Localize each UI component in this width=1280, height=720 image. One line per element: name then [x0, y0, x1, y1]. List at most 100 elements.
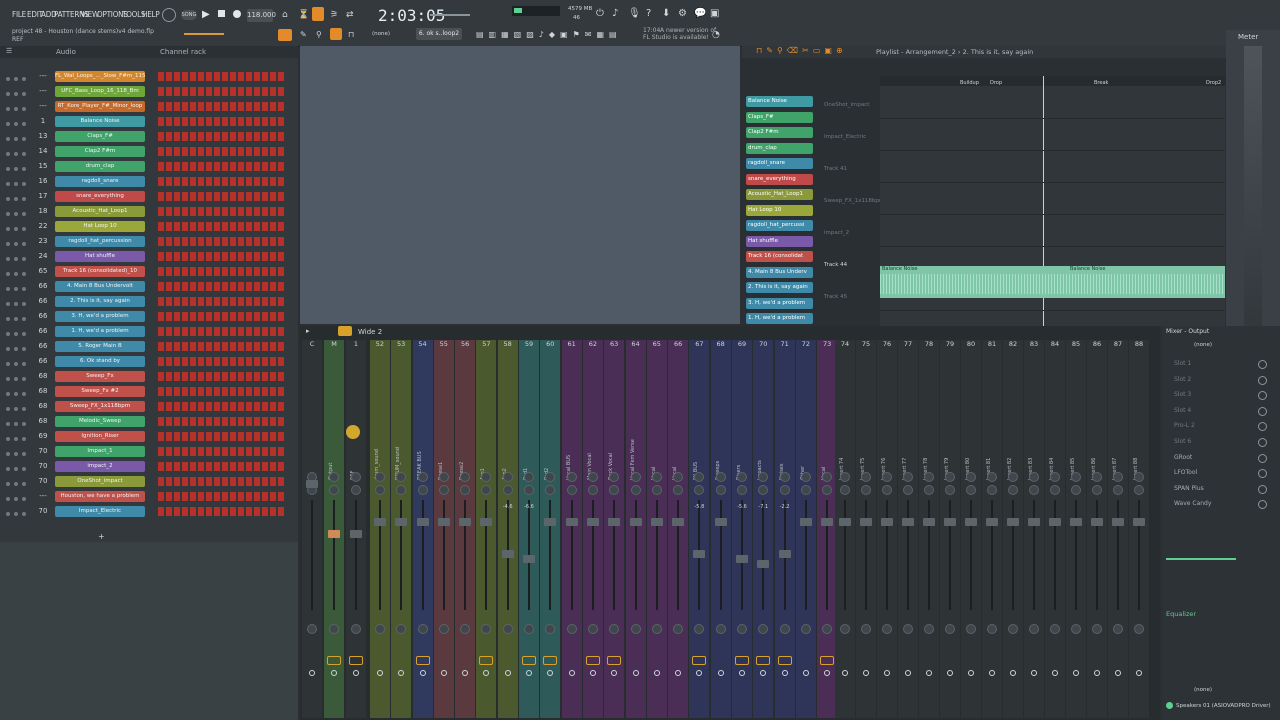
channel-name-button[interactable]: Hat Loop 10 — [55, 221, 145, 232]
channel-led-icon[interactable] — [22, 242, 26, 246]
record-icon[interactable] — [233, 10, 241, 18]
pattern-item[interactable]: 1. H, we'd a problem — [746, 313, 813, 324]
channel-mixer-track[interactable]: 1 — [36, 117, 50, 125]
chat-icon[interactable]: 💬 — [694, 8, 706, 19]
link-icon[interactable] — [330, 28, 342, 40]
send-knob[interactable] — [1092, 624, 1102, 634]
route-dot-icon[interactable] — [739, 670, 745, 676]
send-knob[interactable] — [1050, 624, 1060, 634]
menu-help[interactable]: HELP — [142, 10, 160, 19]
slot-mix-knob[interactable] — [1258, 360, 1267, 369]
pan-knob[interactable] — [737, 472, 747, 482]
route-dot-icon[interactable] — [653, 670, 660, 676]
step-sequencer[interactable] — [158, 132, 286, 141]
stereo-knob[interactable] — [882, 485, 892, 495]
mixer-strip[interactable]: 58Arp2-4.6 — [497, 340, 518, 718]
mixer-strip[interactable]: 82 Insert 82 — [1003, 340, 1023, 718]
pan-knob[interactable] — [329, 472, 339, 482]
route-dot-icon[interactable] — [863, 670, 869, 676]
stereo-knob[interactable] — [587, 485, 598, 495]
mixer-strip[interactable]: 75 Insert 75 — [856, 340, 876, 718]
window-toggle-icons[interactable]: ▤▥▦▧▨♪◆▣⚑✉▦▤ — [476, 30, 622, 39]
send-knob[interactable] — [417, 624, 428, 634]
plugin-icon[interactable]: ⚙ — [678, 8, 687, 19]
send-knob[interactable] — [1134, 624, 1144, 634]
channel-led-icon[interactable] — [14, 347, 18, 351]
volume-fader[interactable] — [986, 518, 998, 526]
channel-led-icon[interactable] — [22, 227, 26, 231]
volume-fader[interactable] — [1028, 518, 1040, 526]
volume-fader[interactable] — [923, 518, 935, 526]
fx-toggle-button[interactable] — [756, 656, 771, 665]
channel-mixer-track[interactable]: --- — [36, 102, 50, 110]
pan-knob[interactable] — [758, 472, 769, 482]
channel-row[interactable]: 70 Impact_1 — [0, 445, 298, 460]
send-knob[interactable] — [545, 624, 556, 634]
channel-led-icon[interactable] — [22, 452, 26, 456]
route-dot-icon[interactable] — [968, 670, 974, 676]
channel-led-icon[interactable] — [6, 347, 10, 351]
pattern-item[interactable]: 4. Main 8 Bus Underv — [746, 266, 813, 278]
channel-led-icon[interactable] — [6, 437, 10, 441]
stereo-knob[interactable] — [903, 485, 913, 495]
route-dot-icon[interactable] — [1052, 670, 1058, 676]
channel-name-button[interactable]: Claps_F# — [55, 131, 145, 142]
add-channel-button[interactable]: + — [98, 532, 105, 541]
channel-led-icon[interactable] — [6, 167, 10, 171]
track-lane[interactable] — [880, 118, 1225, 151]
mixer-strip[interactable]: 76 Insert 76 — [877, 340, 897, 718]
channel-row[interactable]: --- RT_Kore_Player_F#_Minor_loop — [0, 100, 298, 115]
send-knob[interactable] — [1029, 624, 1039, 634]
wait-icon[interactable]: ⏳ — [298, 10, 309, 20]
volume-fader[interactable] — [839, 518, 851, 526]
route-dot-icon[interactable] — [1094, 670, 1100, 676]
magnet-icon[interactable]: ⊓ — [348, 30, 354, 39]
channel-mixer-track[interactable]: 13 — [36, 132, 50, 140]
channel-mixer-track[interactable]: 15 — [36, 162, 50, 170]
step-sequencer[interactable] — [158, 117, 286, 126]
mixer-strip[interactable]: 81 Insert 81 — [982, 340, 1002, 718]
channel-led-icon[interactable] — [14, 287, 18, 291]
fx-toggle-button[interactable] — [735, 656, 749, 665]
volume-fader[interactable] — [350, 530, 362, 538]
step-sequencer[interactable] — [158, 477, 286, 486]
channel-led-icon[interactable] — [14, 212, 18, 216]
route-dot-icon[interactable] — [947, 670, 953, 676]
channel-mixer-track[interactable]: 16 — [36, 177, 50, 185]
pan-knob[interactable] — [417, 472, 428, 482]
volume-fader[interactable] — [714, 518, 727, 526]
channel-led-icon[interactable] — [22, 437, 26, 441]
channel-mixer-track[interactable]: 68 — [36, 372, 50, 380]
pan-knob[interactable] — [438, 472, 449, 482]
channel-row[interactable]: 66 3. H, we'd a problem — [0, 310, 298, 325]
input-selector[interactable]: (none) — [1194, 342, 1212, 348]
step-sequencer[interactable] — [158, 192, 286, 201]
download-icon[interactable]: ⬇ — [662, 8, 670, 19]
send-knob[interactable] — [481, 624, 492, 634]
volume-fader[interactable] — [1133, 518, 1145, 526]
mixer-strip[interactable]: 65Vocal — [646, 340, 667, 718]
channel-led-icon[interactable] — [14, 332, 18, 336]
channel-name-button[interactable]: 3. H, we'd a problem — [55, 311, 145, 322]
fx-slot[interactable]: Slot 1 — [1174, 360, 1191, 367]
step-sequencer[interactable] — [158, 342, 286, 351]
channel-led-icon[interactable] — [6, 227, 10, 231]
send-knob[interactable] — [694, 624, 705, 634]
step-sequencer[interactable] — [158, 402, 286, 411]
volume-fader[interactable] — [1091, 518, 1103, 526]
pan-knob[interactable] — [566, 472, 577, 482]
step-sequencer[interactable] — [158, 162, 286, 171]
channel-row[interactable]: 66 1. H, we'd a problem — [0, 325, 298, 340]
volume-fader[interactable] — [306, 480, 318, 488]
fx-slot[interactable]: GRoot — [1174, 454, 1192, 461]
channel-name-button[interactable]: UFC_Bass_Loop_16_118_Bm — [55, 86, 145, 97]
channel-row[interactable]: 14 Clap2 F#m — [0, 145, 298, 160]
volume-fader[interactable] — [965, 518, 977, 526]
step-sequencer[interactable] — [158, 462, 286, 471]
channel-led-icon[interactable] — [6, 122, 10, 126]
fx-slot[interactable]: SPAN Plus — [1174, 485, 1204, 492]
metronome-icon[interactable]: ⌂ — [282, 10, 288, 20]
pan-knob[interactable] — [822, 472, 833, 482]
countdown-button[interactable] — [312, 7, 324, 21]
channel-led-icon[interactable] — [14, 392, 18, 396]
